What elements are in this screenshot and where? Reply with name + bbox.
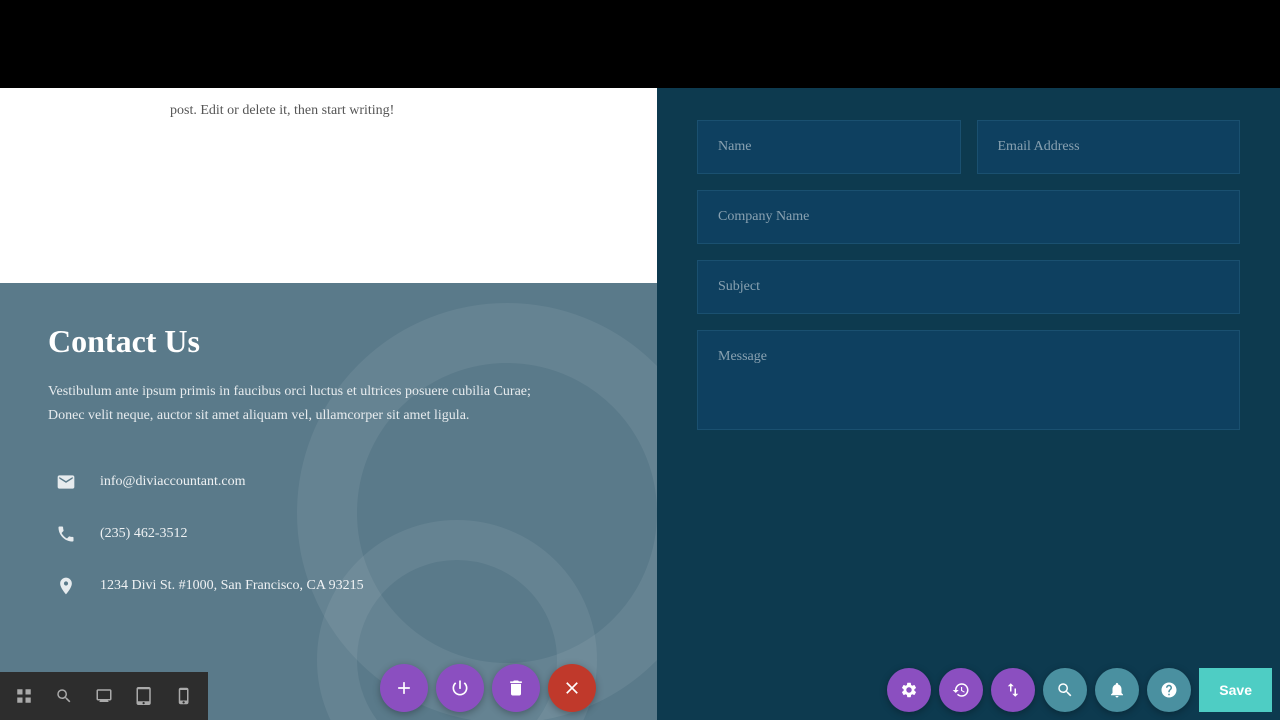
- contact-section: Contact Us Vestibulum ante ipsum primis …: [0, 283, 657, 720]
- blog-text: post. Edit or delete it, then start writ…: [170, 103, 394, 118]
- close-fab[interactable]: [548, 664, 596, 712]
- phone-icon: [48, 516, 84, 552]
- sort-fab[interactable]: [991, 668, 1035, 712]
- toolbar-phone-btn[interactable]: [164, 676, 204, 716]
- contact-address-item: 1234 Divi St. #1000, San Francisco, CA 9…: [48, 568, 617, 604]
- main-content: post. Edit or delete it, then start writ…: [0, 88, 1280, 720]
- form-row-message: [697, 330, 1240, 430]
- contact-description: Vestibulum ante ipsum primis in faucibus…: [48, 380, 548, 428]
- floating-actions: [380, 664, 596, 712]
- toolbar-search-btn[interactable]: [44, 676, 84, 716]
- toolbar-grid-btn[interactable]: [4, 676, 44, 716]
- email-input[interactable]: [977, 120, 1241, 174]
- contact-phone: (235) 462-3512: [100, 526, 188, 542]
- history-fab[interactable]: [939, 668, 983, 712]
- contact-form: [657, 88, 1280, 720]
- toolbar-left: [0, 672, 208, 720]
- subject-input[interactable]: [697, 260, 1240, 314]
- contact-address: 1234 Divi St. #1000, San Francisco, CA 9…: [100, 578, 364, 594]
- contact-email-item: info@diviaccountant.com: [48, 464, 617, 500]
- name-input[interactable]: [697, 120, 961, 174]
- form-row-subject: [697, 260, 1240, 314]
- right-tools: Save: [887, 668, 1272, 712]
- add-fab[interactable]: [380, 664, 428, 712]
- blog-text-area: post. Edit or delete it, then start writ…: [0, 88, 657, 283]
- contact-title: Contact Us: [48, 323, 617, 360]
- email-icon: [48, 464, 84, 500]
- top-bar: [0, 0, 1280, 88]
- contact-email: info@diviaccountant.com: [100, 474, 245, 490]
- trash-fab[interactable]: [492, 664, 540, 712]
- help-fab[interactable]: [1147, 668, 1191, 712]
- left-panel: post. Edit or delete it, then start writ…: [0, 88, 657, 720]
- search-tool-fab[interactable]: [1043, 668, 1087, 712]
- company-input[interactable]: [697, 190, 1240, 244]
- settings-fab[interactable]: [1095, 668, 1139, 712]
- save-button[interactable]: Save: [1199, 668, 1272, 712]
- power-fab[interactable]: [436, 664, 484, 712]
- contact-phone-item: (235) 462-3512: [48, 516, 617, 552]
- message-textarea[interactable]: [697, 330, 1240, 430]
- toolbar-monitor-btn[interactable]: [84, 676, 124, 716]
- location-icon: [48, 568, 84, 604]
- gear-fab[interactable]: [887, 668, 931, 712]
- form-row-company: [697, 190, 1240, 244]
- form-row-name-email: [697, 120, 1240, 174]
- toolbar-tablet-btn[interactable]: [124, 676, 164, 716]
